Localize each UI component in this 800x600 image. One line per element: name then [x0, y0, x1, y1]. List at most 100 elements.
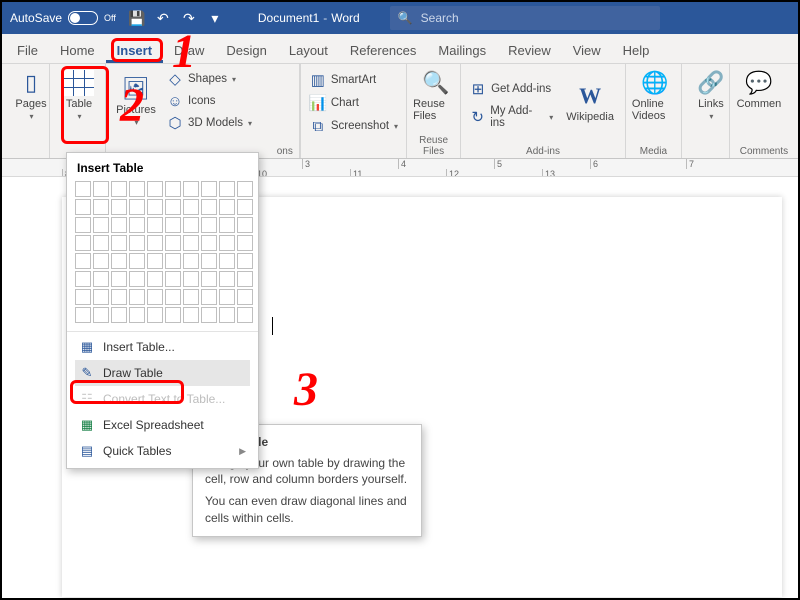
qat-customize-icon[interactable]: ▾: [202, 10, 228, 27]
grid-cell[interactable]: [75, 181, 91, 197]
grid-cell[interactable]: [111, 181, 127, 197]
tab-references[interactable]: References: [339, 38, 427, 63]
grid-cell[interactable]: [237, 307, 253, 323]
grid-cell[interactable]: [165, 181, 181, 197]
tab-home[interactable]: Home: [49, 38, 106, 63]
grid-cell[interactable]: [237, 199, 253, 215]
grid-cell[interactable]: [183, 199, 199, 215]
grid-cell[interactable]: [93, 307, 109, 323]
grid-cell[interactable]: [237, 253, 253, 269]
get-addins-button[interactable]: ⊞Get Add-ins: [467, 78, 555, 100]
pages-button[interactable]: ▯ Pages ▾: [8, 68, 54, 123]
tab-design[interactable]: Design: [215, 38, 277, 63]
redo-icon[interactable]: ↷: [176, 10, 202, 27]
grid-cell[interactable]: [75, 289, 91, 305]
grid-cell[interactable]: [219, 199, 235, 215]
grid-cell[interactable]: [93, 181, 109, 197]
chart-button[interactable]: 📊Chart: [307, 92, 400, 114]
grid-cell[interactable]: [93, 235, 109, 251]
grid-cell[interactable]: [183, 235, 199, 251]
grid-cell[interactable]: [219, 253, 235, 269]
grid-cell[interactable]: [219, 217, 235, 233]
grid-cell[interactable]: [201, 253, 217, 269]
undo-icon[interactable]: ↶: [150, 10, 176, 27]
reuse-files-button[interactable]: 🔍 Reuse Files: [413, 68, 459, 124]
grid-cell[interactable]: [129, 181, 145, 197]
menu-insert-table[interactable]: ▦ Insert Table...: [75, 334, 250, 360]
grid-cell[interactable]: [201, 181, 217, 197]
autosave-toggle[interactable]: AutoSave Off: [2, 11, 124, 25]
pictures-button[interactable]: 🖼 Pictures ▾: [112, 68, 160, 134]
grid-cell[interactable]: [183, 253, 199, 269]
grid-cell[interactable]: [237, 235, 253, 251]
tab-mailings[interactable]: Mailings: [427, 38, 497, 63]
grid-cell[interactable]: [111, 271, 127, 287]
grid-cell[interactable]: [165, 217, 181, 233]
grid-cell[interactable]: [147, 199, 163, 215]
online-videos-button[interactable]: 🌐 Online Videos: [632, 68, 678, 124]
tab-review[interactable]: Review: [497, 38, 562, 63]
grid-cell[interactable]: [201, 307, 217, 323]
grid-cell[interactable]: [147, 235, 163, 251]
tab-layout[interactable]: Layout: [278, 38, 339, 63]
grid-cell[interactable]: [237, 217, 253, 233]
grid-cell[interactable]: [147, 217, 163, 233]
grid-cell[interactable]: [183, 289, 199, 305]
my-addins-button[interactable]: ↻My Add-ins▾: [467, 106, 555, 128]
grid-cell[interactable]: [75, 217, 91, 233]
grid-cell[interactable]: [129, 235, 145, 251]
tab-help[interactable]: Help: [612, 38, 661, 63]
grid-cell[interactable]: [183, 307, 199, 323]
links-button[interactable]: 🔗 Links ▾: [688, 68, 734, 123]
wikipedia-button[interactable]: W Wikipedia: [561, 81, 619, 125]
screenshot-button[interactable]: ⧉Screenshot▾: [307, 115, 400, 137]
grid-cell[interactable]: [219, 307, 235, 323]
grid-cell[interactable]: [111, 217, 127, 233]
tab-draw[interactable]: Draw: [163, 38, 215, 63]
grid-cell[interactable]: [93, 253, 109, 269]
grid-cell[interactable]: [165, 235, 181, 251]
menu-quick-tables[interactable]: ▤ Quick Tables ▶: [75, 438, 250, 464]
grid-cell[interactable]: [75, 235, 91, 251]
grid-cell[interactable]: [129, 271, 145, 287]
grid-cell[interactable]: [75, 307, 91, 323]
table-size-grid[interactable]: [75, 181, 250, 323]
grid-cell[interactable]: [93, 289, 109, 305]
grid-cell[interactable]: [183, 217, 199, 233]
grid-cell[interactable]: [147, 307, 163, 323]
grid-cell[interactable]: [75, 199, 91, 215]
tab-insert[interactable]: Insert: [106, 38, 163, 63]
grid-cell[interactable]: [183, 271, 199, 287]
grid-cell[interactable]: [111, 289, 127, 305]
grid-cell[interactable]: [111, 199, 127, 215]
grid-cell[interactable]: [75, 271, 91, 287]
shapes-button[interactable]: ◇Shapes▾: [164, 68, 254, 90]
grid-cell[interactable]: [129, 307, 145, 323]
grid-cell[interactable]: [201, 271, 217, 287]
save-icon[interactable]: 💾: [124, 10, 150, 27]
grid-cell[interactable]: [129, 253, 145, 269]
grid-cell[interactable]: [165, 307, 181, 323]
grid-cell[interactable]: [237, 289, 253, 305]
grid-cell[interactable]: [165, 271, 181, 287]
tab-view[interactable]: View: [562, 38, 612, 63]
menu-draw-table[interactable]: ✎ Draw Table: [75, 360, 250, 386]
grid-cell[interactable]: [237, 181, 253, 197]
grid-cell[interactable]: [237, 271, 253, 287]
search-box[interactable]: 🔍 Search: [390, 6, 660, 30]
grid-cell[interactable]: [201, 199, 217, 215]
grid-cell[interactable]: [219, 235, 235, 251]
table-button[interactable]: Table ▾: [56, 68, 102, 123]
3dmodels-button[interactable]: ⬡3D Models▾: [164, 112, 254, 134]
grid-cell[interactable]: [201, 235, 217, 251]
tab-file[interactable]: File: [6, 38, 49, 63]
menu-excel-spreadsheet[interactable]: ▦ Excel Spreadsheet: [75, 412, 250, 438]
grid-cell[interactable]: [219, 289, 235, 305]
grid-cell[interactable]: [147, 181, 163, 197]
icons-button[interactable]: ☺Icons: [164, 90, 254, 112]
grid-cell[interactable]: [147, 289, 163, 305]
grid-cell[interactable]: [165, 253, 181, 269]
toggle-off-icon[interactable]: [68, 11, 98, 25]
grid-cell[interactable]: [147, 253, 163, 269]
smartart-button[interactable]: ▥SmartArt: [307, 69, 400, 91]
